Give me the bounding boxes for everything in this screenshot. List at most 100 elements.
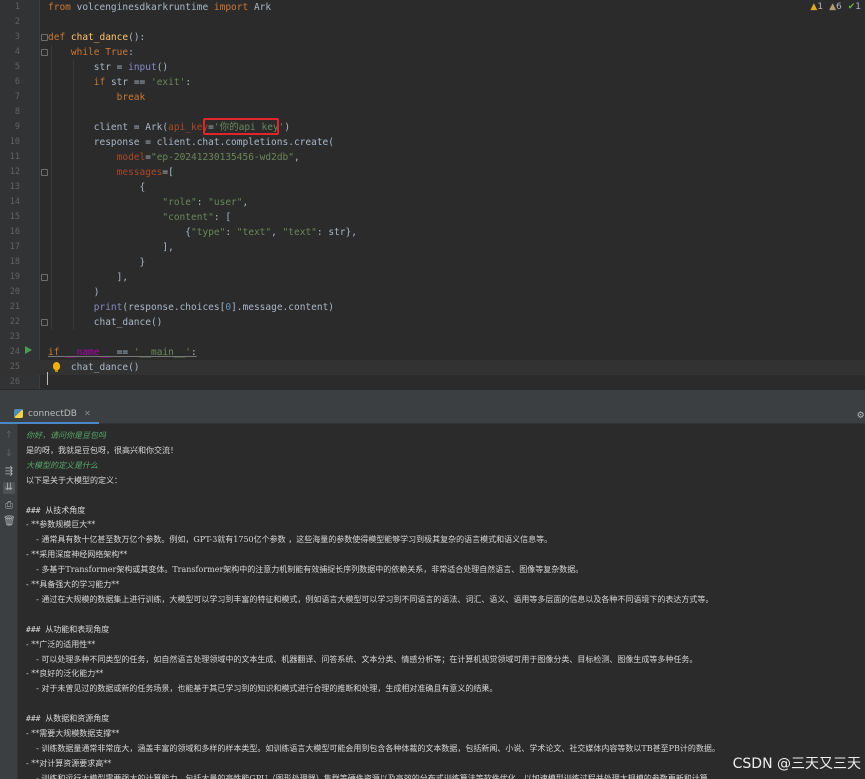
code-line[interactable]: 5 str = input() [0, 60, 865, 75]
code-line[interactable]: 13 { [0, 180, 865, 195]
lightbulb-icon[interactable] [53, 362, 60, 372]
code-line[interactable]: 17 ], [0, 240, 865, 255]
code-token: "role" [162, 197, 197, 208]
code-line[interactable]: 16 {"type": "text", "text": str}, [0, 225, 865, 240]
line-number[interactable]: 12 [0, 165, 20, 180]
line-number[interactable]: 5 [0, 60, 20, 75]
line-number[interactable]: 14 [0, 195, 20, 210]
line-number[interactable]: 26 [0, 375, 20, 389]
fold-marker[interactable] [41, 34, 48, 41]
code-line[interactable]: 23 [0, 330, 865, 345]
code-line[interactable]: 21 print(response.choices[0].message.con… [0, 300, 865, 315]
code-line[interactable]: 7 break [0, 90, 865, 105]
line-number[interactable]: 1 [0, 0, 20, 15]
code-text: break [48, 90, 146, 105]
line-number[interactable]: 7 [0, 90, 20, 105]
line-number[interactable]: 4 [0, 45, 20, 60]
code-line[interactable]: 22 chat_dance() [0, 315, 865, 330]
code-token: , [293, 152, 300, 163]
code-text: if __name__ == '__main__': [48, 345, 197, 360]
line-number[interactable]: 25 [0, 360, 20, 375]
code-line[interactable]: 26 [0, 375, 865, 389]
code-line[interactable]: 14 "role": "user", [0, 195, 865, 210]
line-number[interactable]: 24 [0, 345, 20, 360]
scroll-to-end-icon[interactable]: ⇊ [3, 482, 15, 494]
code-line[interactable]: 12 messages=[ [0, 165, 865, 180]
line-number[interactable]: 19 [0, 270, 20, 285]
code-token: response = client.chat.completions.creat… [48, 137, 334, 148]
code-text: "role": "user", [48, 195, 248, 210]
line-number[interactable]: 9 [0, 120, 20, 135]
warning-count[interactable]: ▲1 [810, 2, 823, 12]
line-number[interactable]: 22 [0, 315, 20, 330]
code-token: client = Ark( [48, 122, 169, 133]
line-number[interactable]: 20 [0, 285, 20, 300]
console-line: - **良好的泛化能力** [26, 669, 104, 679]
code-line[interactable]: 20 ) [0, 285, 865, 300]
code-line[interactable]: 9 client = Ark(api_key='你的api key') [0, 120, 865, 135]
inspection-widget[interactable]: ▲1 ▲6 ✔1 [810, 2, 861, 12]
indent-guide [51, 45, 52, 330]
console-line: - **需要大规模数据支撑** [26, 729, 120, 738]
code-line[interactable]: 3 def chat_dance(): [0, 30, 865, 45]
code-editor[interactable]: 1 from volcenginesdkarkruntime import Ark… [0, 0, 865, 389]
code-text: ], [48, 240, 173, 255]
run-gutter-icon[interactable] [25, 346, 32, 354]
code-line[interactable]: 15 "content": [ [0, 210, 865, 225]
code-line[interactable]: 24 if __name__ == '__main__': [0, 345, 865, 360]
code-token: : [128, 47, 134, 58]
code-line[interactable]: 18 } [0, 255, 865, 270]
code-token: if [93, 77, 111, 88]
line-number[interactable]: 13 [0, 180, 20, 195]
code-text: { [48, 180, 146, 195]
arrow-up-icon[interactable]: ↑ [3, 430, 15, 442]
console-output[interactable]: 你好，请问你是豆包吗 是的呀，我就是豆包呀，很高兴和你交流！ 大模型的定义是什么 以下… [18, 424, 865, 779]
line-number[interactable]: 10 [0, 135, 20, 150]
line-number[interactable]: 23 [0, 330, 20, 345]
trash-icon[interactable]: 🗑 [3, 516, 16, 528]
fold-marker[interactable] [41, 49, 48, 56]
code-line[interactable]: 25 chat_dance() [0, 360, 865, 375]
line-number[interactable]: 16 [0, 225, 20, 240]
line-number[interactable]: 2 [0, 15, 20, 30]
code-line[interactable]: 2 [0, 15, 865, 30]
code-token: ].message.content) [231, 302, 335, 313]
line-number[interactable]: 6 [0, 75, 20, 90]
code-line[interactable]: 11 model="ep-20241230135456-wd2db", [0, 150, 865, 165]
code-token: "type" [191, 227, 226, 238]
fold-marker[interactable] [41, 274, 48, 281]
soft-wrap-icon[interactable]: ⇶ [3, 466, 15, 478]
fold-marker[interactable] [41, 169, 48, 176]
line-number[interactable]: 11 [0, 150, 20, 165]
line-number[interactable]: 17 [0, 240, 20, 255]
run-tab-connectdb[interactable]: connectDB ✕ [0, 405, 99, 424]
close-icon[interactable]: ✕ [84, 409, 91, 418]
line-number[interactable]: 3 [0, 30, 20, 45]
panel-splitter[interactable] [0, 389, 865, 405]
arrow-down-icon[interactable]: ↓ [3, 448, 15, 460]
code-line[interactable]: 10 response = client.chat.completions.cr… [0, 135, 865, 150]
typo-count[interactable]: ✔1 [848, 2, 861, 12]
fold-marker[interactable] [41, 319, 48, 326]
line-number[interactable]: 21 [0, 300, 20, 315]
code-text: } [48, 255, 146, 270]
code-token: chat_dance() [48, 317, 163, 328]
line-number[interactable]: 18 [0, 255, 20, 270]
code-line[interactable]: 4 while True: [0, 45, 865, 60]
code-text: "content": [ [48, 210, 231, 225]
api-key-highlight-box [203, 118, 279, 135]
weak-warning-count[interactable]: ▲6 [829, 2, 842, 12]
console-line: - 可以处理多种不同类型的任务，如自然语言处理领域中的文本生成、机器翻译、问答系… [26, 654, 698, 664]
print-icon[interactable]: ⎙ [3, 500, 15, 512]
gear-icon[interactable]: ⚙ [857, 408, 864, 421]
code-line[interactable]: 1 from volcenginesdkarkruntime import Ark [0, 0, 865, 15]
code-line[interactable]: 8 [0, 105, 865, 120]
code-line[interactable]: 19 ], [0, 270, 865, 285]
line-number[interactable]: 15 [0, 210, 20, 225]
code-token: "user" [208, 197, 243, 208]
line-number[interactable]: 8 [0, 105, 20, 120]
code-line[interactable]: 6 if str == 'exit': [0, 75, 865, 90]
